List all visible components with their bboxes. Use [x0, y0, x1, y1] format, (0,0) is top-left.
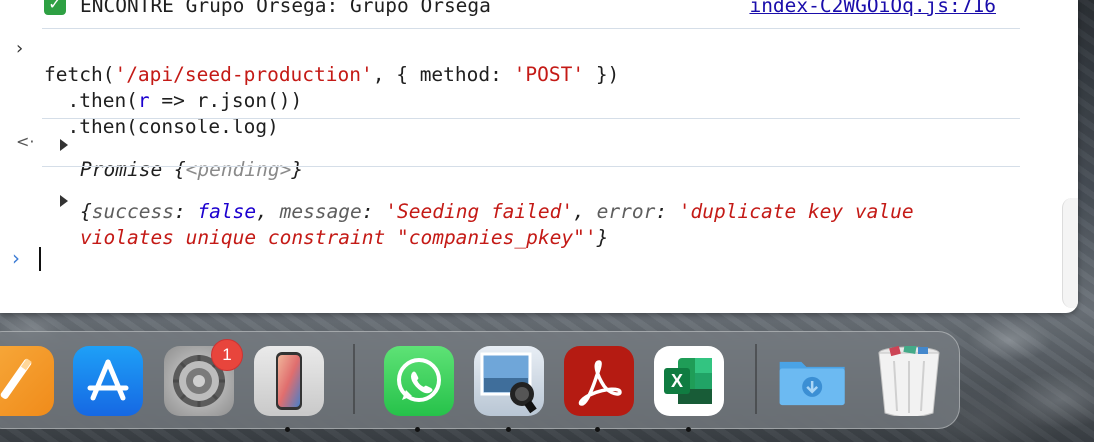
app-store-icon[interactable] [73, 346, 143, 416]
iphone-mirroring-icon[interactable] [254, 346, 324, 416]
divider [42, 166, 1020, 167]
running-indicator [686, 427, 691, 432]
pages-app-icon[interactable] [0, 346, 54, 416]
console-log-entry: ✓ ENCONTRE Grupo Orsega: Grupo Orsega in… [0, 0, 1078, 19]
console-input-caret[interactable] [39, 247, 41, 271]
running-indicator [285, 427, 290, 432]
source-link[interactable]: index-C2WGOiOq.js:716 [749, 0, 996, 19]
whatsapp-icon[interactable] [384, 346, 454, 416]
divider [42, 28, 1020, 29]
prompt-chevron-icon: › [12, 246, 20, 270]
running-indicator [415, 427, 420, 432]
divider [42, 118, 1020, 119]
adobe-acrobat-icon[interactable] [564, 346, 634, 416]
notification-badge: 1 [211, 339, 243, 371]
check-icon: ✓ [44, 0, 66, 15]
downloads-folder-icon[interactable] [778, 346, 848, 416]
log-message: ENCONTRE Grupo Orsega: Grupo Orsega [80, 0, 491, 17]
running-indicator [595, 427, 600, 432]
dock-divider [353, 344, 355, 414]
window-edge [1062, 198, 1078, 308]
devtools-console: ✓ ENCONTRE Grupo Orsega: Grupo Orsega in… [0, 0, 1078, 313]
microsoft-excel-icon[interactable]: X [654, 346, 724, 416]
svg-text:X: X [671, 371, 683, 391]
running-indicator [506, 427, 511, 432]
dock-divider [755, 344, 757, 414]
logged-object-line: violates unique constraint "companies_pk… [80, 226, 609, 249]
trash-icon[interactable] [874, 346, 944, 416]
preview-icon[interactable] [474, 346, 544, 416]
